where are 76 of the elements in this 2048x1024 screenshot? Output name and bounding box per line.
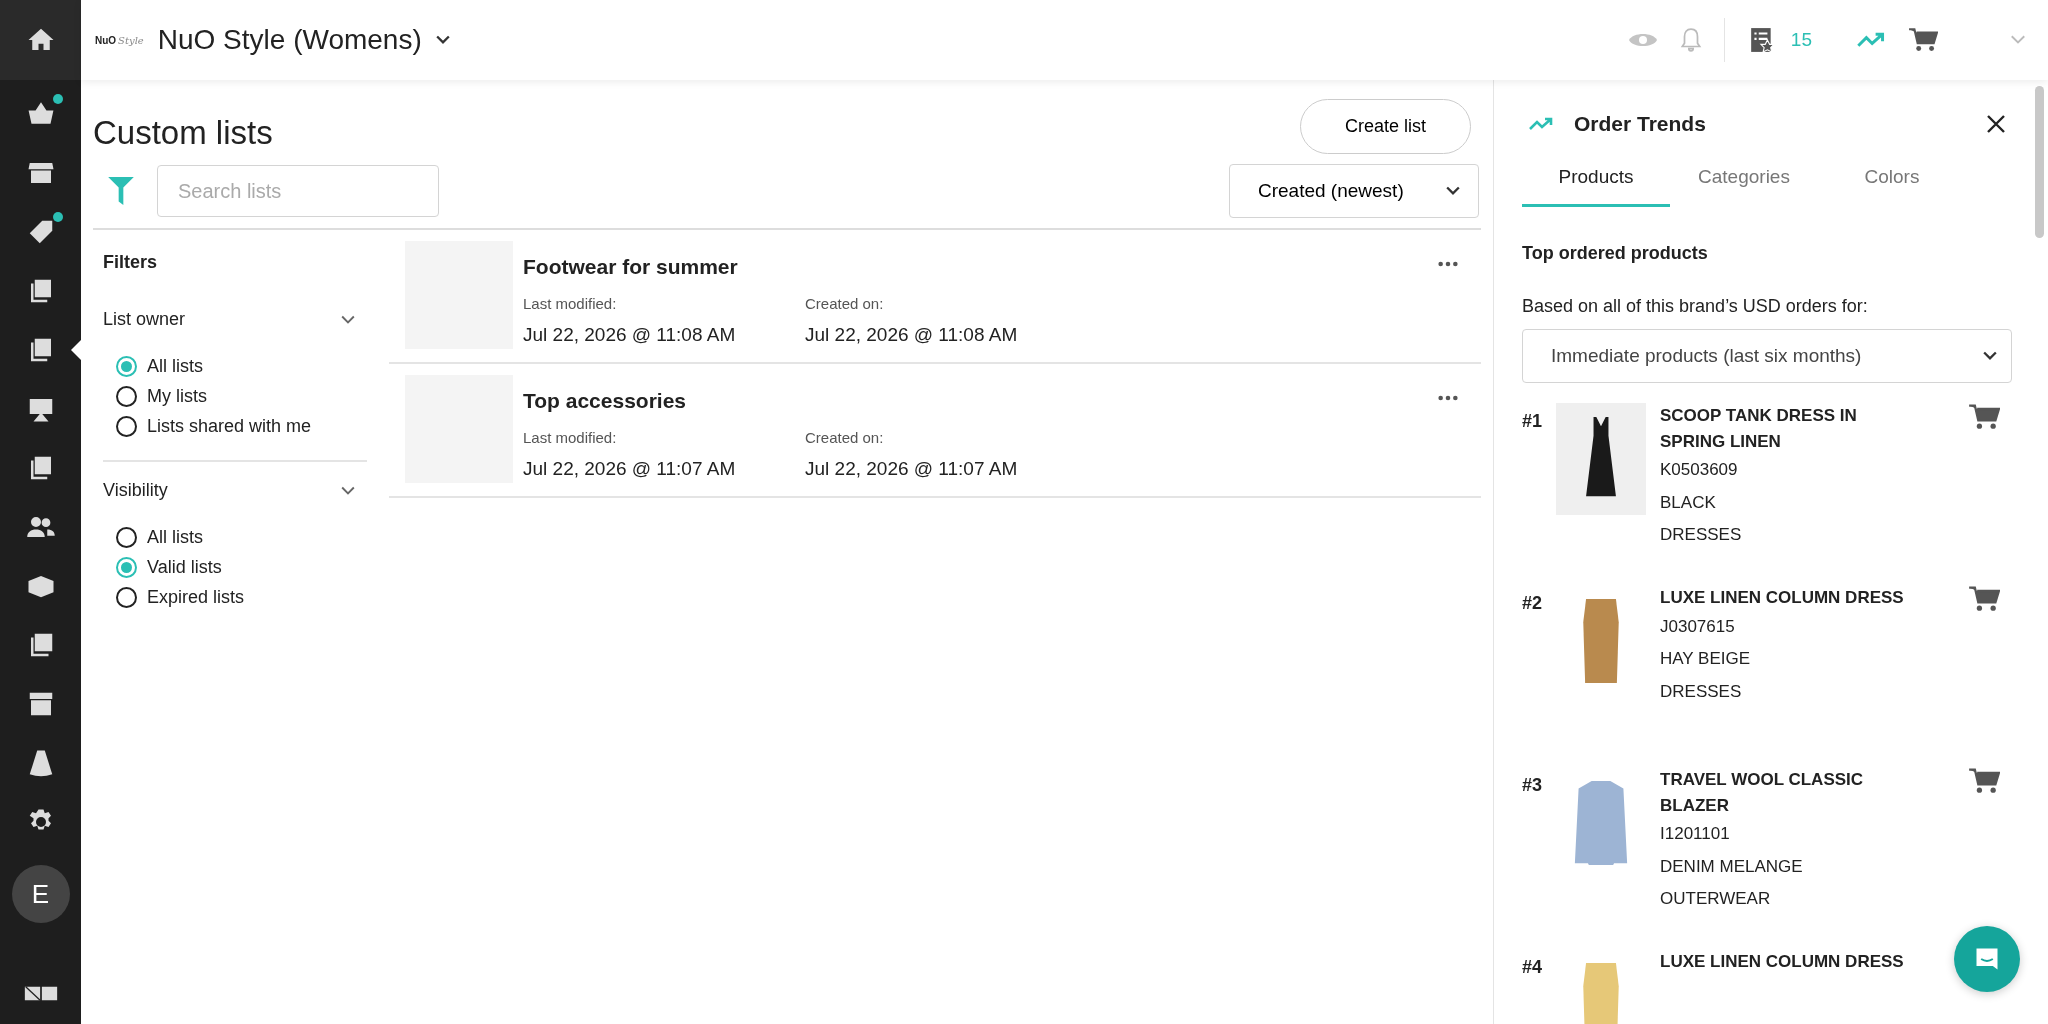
- panel-title: Order Trends: [1574, 112, 1706, 136]
- basis-text: Based on all of this brand’s USD orders for:: [1522, 296, 1869, 317]
- notification-dot: [53, 212, 63, 222]
- product-name[interactable]: SCOOP TANK DRESS IN SPRING LINEN: [1660, 403, 1910, 454]
- radio-button[interactable]: [116, 356, 137, 377]
- chevron-down-icon: [1446, 186, 1460, 196]
- created-date: Jul 22, 2026 @ 11:08 AM: [805, 324, 1019, 346]
- modified-date: Jul 22, 2026 @ 11:08 AM: [523, 324, 737, 346]
- product-rank: #2: [1522, 592, 1544, 614]
- filters-heading: Filters: [103, 251, 159, 274]
- more-options-icon[interactable]: [1437, 261, 1459, 267]
- product-rank: #3: [1522, 774, 1544, 796]
- catalog-count: 15: [1790, 29, 1812, 51]
- chat-button[interactable]: [1954, 926, 2020, 992]
- panel-tab[interactable]: Products: [1522, 154, 1670, 207]
- product-code: J0307615: [1660, 615, 1736, 638]
- radio-option[interactable]: Expired lists: [103, 583, 367, 613]
- cart-icon[interactable]: [1908, 27, 1938, 53]
- notification-dot: [53, 94, 63, 104]
- search-field[interactable]: Search lists: [157, 165, 439, 217]
- sort-dropdown[interactable]: Created (newest): [1229, 164, 1479, 218]
- list-name[interactable]: Footwear for summer: [523, 255, 1427, 279]
- user-avatar[interactable]: E: [11, 865, 70, 923]
- cart-icon[interactable]: [1968, 403, 2000, 431]
- radio-option[interactable]: All lists: [103, 523, 367, 553]
- radio-button[interactable]: [116, 527, 137, 548]
- chevron-down-icon: [341, 485, 355, 496]
- radio-button[interactable]: [116, 386, 137, 407]
- modified-date: Jul 22, 2026 @ 11:07 AM: [523, 458, 737, 480]
- product-rank: #4: [1522, 956, 1544, 978]
- panel-tab[interactable]: Categories: [1670, 154, 1818, 207]
- period-dropdown[interactable]: Immediate products (last six months): [1522, 329, 2012, 383]
- product-code: I1201101: [1660, 823, 1731, 845]
- brand-selector[interactable]: NuO Style (Womens): [157, 24, 450, 56]
- date-label: Last modified:: [523, 295, 618, 312]
- radio-button[interactable]: [116, 587, 137, 608]
- chevron-down-icon: [341, 314, 355, 325]
- product-name[interactable]: LUXE LINEN COLUMN DRESS: [1660, 585, 1910, 611]
- chevron-down-icon: [1983, 351, 1997, 361]
- cart-icon[interactable]: [1968, 585, 2000, 613]
- created-date: Jul 22, 2026 @ 11:07 AM: [805, 458, 1019, 480]
- date-label: Last modified:: [523, 429, 618, 446]
- logo-icon: [23, 985, 58, 1002]
- list-name[interactable]: Top accessories: [523, 389, 1427, 413]
- product-name[interactable]: TRAVEL WOOL CLASSIC BLAZER: [1660, 767, 1910, 818]
- filter-group-header[interactable]: List owner: [103, 291, 367, 352]
- product-color: DENIM MELANGE: [1660, 855, 1804, 878]
- radio-option[interactable]: All lists: [103, 352, 367, 382]
- close-icon[interactable]: [1986, 114, 2006, 134]
- scrollbar-thumb[interactable]: [2034, 86, 2044, 238]
- product-color: BLACK: [1660, 491, 1717, 514]
- product-code: K0503609: [1660, 459, 1739, 481]
- brand-logo: NuO Style: [95, 34, 144, 46]
- radio-option[interactable]: Lists shared with me: [103, 412, 367, 442]
- radio-button[interactable]: [116, 557, 137, 578]
- product-rank: #1: [1522, 410, 1544, 432]
- product-category: DRESSES: [1660, 524, 1743, 547]
- section-title: Top ordered products: [1522, 243, 1709, 264]
- date-label: Created on:: [805, 429, 885, 446]
- product-category: OUTERWEAR: [1660, 888, 1772, 911]
- date-label: Created on:: [805, 295, 885, 312]
- radio-option[interactable]: Valid lists: [103, 553, 367, 583]
- nav-item[interactable]: [0, 0, 81, 80]
- trend-icon: [1528, 116, 1554, 132]
- chevron-down-icon: [435, 35, 450, 45]
- create-list-button[interactable]: Create list: [1299, 98, 1471, 154]
- page-title: Custom lists: [93, 113, 273, 152]
- radio-button[interactable]: [116, 416, 137, 437]
- more-options-icon[interactable]: [1437, 395, 1459, 401]
- radio-option[interactable]: My lists: [103, 382, 367, 412]
- filter-group-header[interactable]: Visibility: [103, 462, 367, 523]
- product-name[interactable]: LUXE LINEN COLUMN DRESS: [1660, 949, 1910, 975]
- cart-icon[interactable]: [1968, 767, 2000, 795]
- panel-tab[interactable]: Colors: [1818, 154, 1966, 207]
- product-category: DRESSES: [1660, 680, 1743, 703]
- product-color: HAY BEIGE: [1660, 648, 1752, 671]
